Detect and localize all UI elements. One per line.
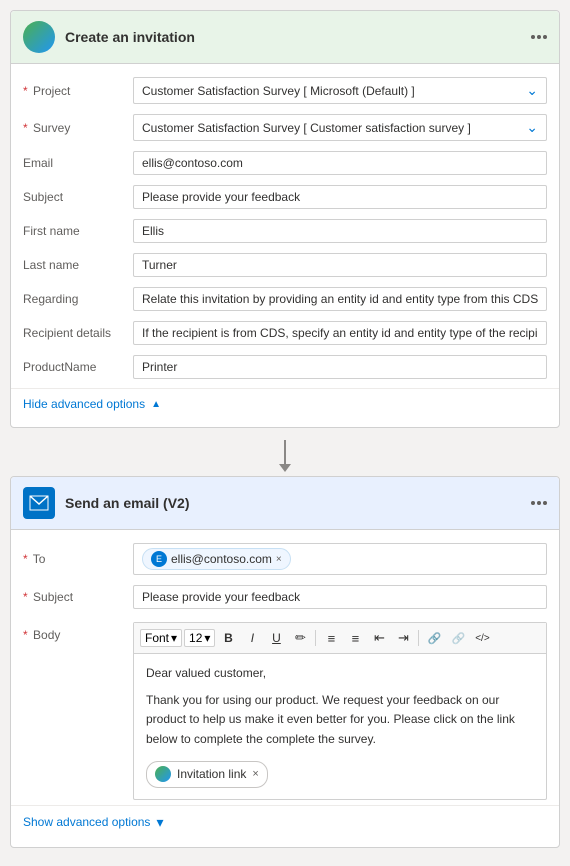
survey-label: * Survey [23,121,133,135]
project-label: * Project [23,84,133,98]
rte-size-value: 12 [189,631,202,645]
rte-font-value: Font [145,631,169,645]
email-subject-required: * [23,590,28,604]
to-email-remove-button[interactable]: × [276,554,282,565]
invitation-tag-label: Invitation link [177,765,246,784]
invitation-tag-container: Invitation link × [146,757,534,789]
to-required: * [23,552,28,566]
card1-header: Create an invitation [11,11,559,64]
rte-underline-button[interactable]: U [265,627,287,649]
lastname-label: Last name [23,258,133,272]
subject-row: Subject [11,180,559,214]
card1-menu-button[interactable] [531,35,547,39]
invitation-link-tag[interactable]: Invitation link × [146,761,268,788]
survey-chevron-icon: ⌄ [526,119,538,136]
project-row: * Project Customer Satisfaction Survey [… [11,72,559,109]
productname-label: ProductName [23,360,133,374]
card2-body: * To E ellis@contoso.com × * Subject [11,530,559,847]
recipient-details-input[interactable] [133,321,547,345]
hide-advanced-toggle[interactable]: Hide advanced options ▲ [11,388,559,419]
rte-ul-button[interactable]: ≡ [344,627,366,649]
card1-title: Create an invitation [65,29,521,45]
survey-row: * Survey Customer Satisfaction Survey [ … [11,109,559,146]
create-invitation-card: Create an invitation * Project Customer … [10,10,560,428]
lastname-row: Last name [11,248,559,282]
card2-menu-button[interactable] [531,501,547,505]
project-required: * [23,84,28,98]
invitation-tag-icon [155,766,171,782]
arrow-shaft [284,440,286,464]
to-email-tag: E ellis@contoso.com × [142,548,291,570]
to-row: * To E ellis@contoso.com × [11,538,559,580]
rte-size-select[interactable]: 12 ▾ [184,629,215,647]
card1-body: * Project Customer Satisfaction Survey [… [11,64,559,427]
email-body-required: * [23,628,28,642]
email-label: Email [23,156,133,170]
rte-indent-left-button[interactable]: ⇤ [368,627,390,649]
email-row: Email [11,146,559,180]
email-subject-input[interactable] [133,585,547,609]
rte-font-chevron-icon: ▾ [171,631,177,645]
show-advanced-label: Show advanced options [23,815,150,829]
email-subject-row: * Subject [11,580,559,614]
subject-label: Subject [23,190,133,204]
project-chevron-icon: ⌄ [526,82,538,99]
productname-row: ProductName [11,350,559,384]
card2-title: Send an email (V2) [65,495,521,511]
firstname-input[interactable] [133,219,547,243]
rte-unlink-button[interactable]: 🔗 [447,627,469,649]
rte-line2: Thank you for using our product. We requ… [146,691,534,749]
survey-select[interactable]: Customer Satisfaction Survey [ Customer … [133,114,547,141]
firstname-label: First name [23,224,133,238]
rte-bold-button[interactable]: B [217,627,239,649]
email-body-editor[interactable]: Font ▾ 12 ▾ B I U ✏ ≡ ≡ ⇤ ⇥ [133,622,547,800]
rte-separator-2 [418,630,419,646]
recipient-details-row: Recipient details [11,316,559,350]
regarding-row: Regarding [11,282,559,316]
rte-toolbar: Font ▾ 12 ▾ B I U ✏ ≡ ≡ ⇤ ⇥ [134,623,546,654]
show-advanced-toggle[interactable]: Show advanced options ▾ [11,805,559,839]
to-email-avatar: E [151,551,167,567]
hide-advanced-chevron-icon: ▲ [151,399,161,410]
survey-value: Customer Satisfaction Survey [ Customer … [142,121,471,135]
arrow-line [279,440,291,472]
to-label: * To [23,552,133,566]
hide-advanced-label: Hide advanced options [23,397,145,411]
to-input[interactable]: E ellis@contoso.com × [133,543,547,575]
rte-ol-button[interactable]: ≡ [320,627,342,649]
firstname-row: First name [11,214,559,248]
project-select[interactable]: Customer Satisfaction Survey [ Microsoft… [133,77,547,104]
arrow-head-icon [279,464,291,472]
regarding-input[interactable] [133,287,547,311]
email-input[interactable] [133,151,547,175]
email-body-row: * Body Font ▾ 12 ▾ B I U ✏ [11,614,559,805]
lastname-input[interactable] [133,253,547,277]
invitation-tag-remove-button[interactable]: × [252,766,258,784]
productname-input[interactable] [133,355,547,379]
card2-header: Send an email (V2) [11,477,559,530]
flow-connector [10,436,560,476]
card1-icon [23,21,55,53]
rte-link-button[interactable]: 🔗 [423,627,445,649]
recipient-details-label: Recipient details [23,326,133,340]
regarding-label: Regarding [23,292,133,306]
survey-required: * [23,121,28,135]
email-subject-label: * Subject [23,590,133,604]
rte-font-select[interactable]: Font ▾ [140,629,182,647]
rte-code-button[interactable]: </> [471,627,493,649]
card2-icon [23,487,55,519]
show-advanced-chevron-icon: ▾ [156,814,163,831]
rte-line1: Dear valued customer, [146,664,534,683]
rte-indent-right-button[interactable]: ⇥ [392,627,414,649]
to-email-value: ellis@contoso.com [171,552,272,566]
rte-italic-button[interactable]: I [241,627,263,649]
email-body-label: * Body [23,622,133,642]
send-email-card: Send an email (V2) * To E ellis@contoso.… [10,476,560,848]
subject-input[interactable] [133,185,547,209]
rte-separator-1 [315,630,316,646]
project-value: Customer Satisfaction Survey [ Microsoft… [142,84,415,98]
rte-size-chevron-icon: ▾ [204,631,210,645]
rte-highlight-button[interactable]: ✏ [289,627,311,649]
